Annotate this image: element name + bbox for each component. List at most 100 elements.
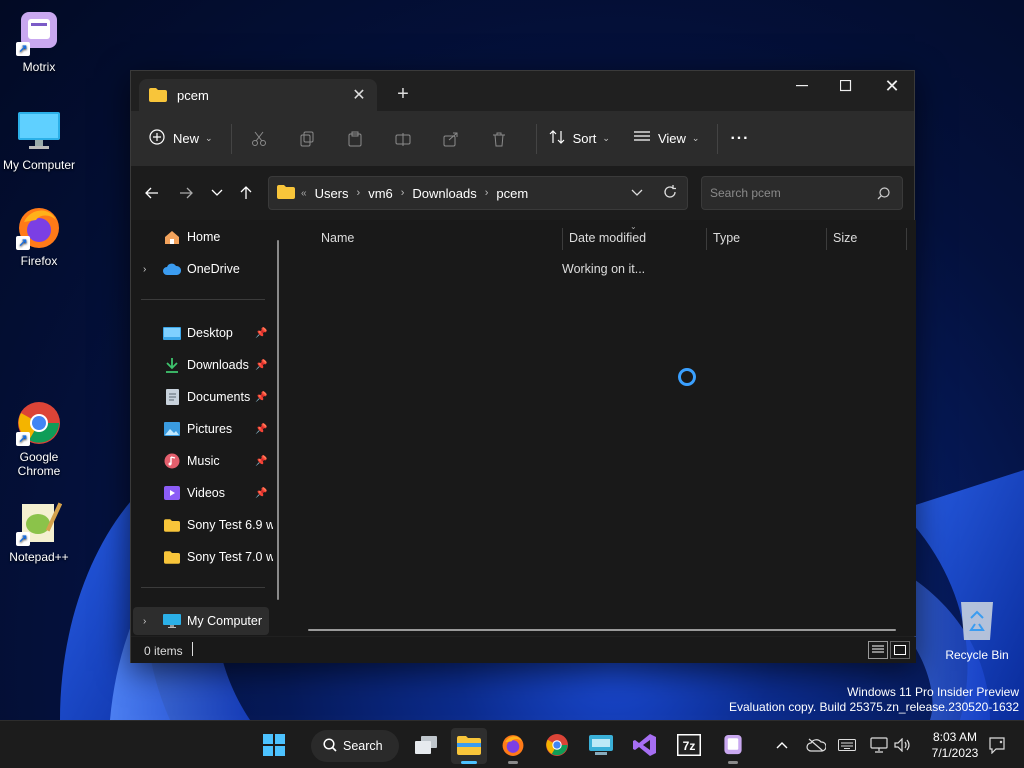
nav-item-my-computer[interactable]: › My Computer bbox=[133, 607, 269, 635]
nav-item-documents[interactable]: Documents 📌 bbox=[131, 383, 279, 411]
document-icon bbox=[163, 389, 181, 405]
desktop-icon-label: Notepad++ bbox=[9, 550, 69, 564]
column-divider[interactable] bbox=[906, 228, 907, 250]
taskbar-file-explorer[interactable] bbox=[451, 728, 487, 764]
search-placeholder: Search pcem bbox=[710, 186, 781, 200]
desktop-icon-firefox[interactable]: ↗ Firefox bbox=[0, 204, 78, 268]
nav-scrollbar[interactable] bbox=[277, 240, 279, 600]
taskbar-clock[interactable]: 8:03 AM 7/1/2023 bbox=[924, 729, 986, 761]
column-divider[interactable] bbox=[826, 228, 827, 250]
desktop-icon-my-computer[interactable]: My Computer bbox=[0, 108, 78, 172]
pin-icon[interactable]: 📌 bbox=[255, 456, 267, 467]
address-bar[interactable]: « Users › vm6 › Downloads › pcem bbox=[268, 176, 688, 210]
taskbar-touch-keyboard-app[interactable] bbox=[583, 728, 619, 764]
forward-arrow-icon[interactable] bbox=[177, 184, 195, 202]
breadcrumb-vm6[interactable]: vm6 bbox=[368, 186, 393, 201]
tiles-view-icon[interactable] bbox=[890, 641, 910, 659]
close-button[interactable]: ✕ bbox=[869, 71, 915, 101]
taskbar-visual-studio[interactable] bbox=[627, 728, 663, 764]
desktop-icon-recycle-bin[interactable]: Recycle Bin bbox=[940, 596, 1014, 662]
desktop-icon bbox=[163, 325, 181, 341]
pin-icon[interactable]: 📌 bbox=[255, 328, 267, 339]
more-options-button[interactable]: ··· bbox=[730, 130, 749, 148]
show-hidden-icons-button[interactable] bbox=[776, 721, 788, 768]
column-header-name[interactable]: Name bbox=[321, 220, 354, 256]
breadcrumb-pcem[interactable]: pcem bbox=[496, 186, 528, 201]
breadcrumb-overflow[interactable]: « bbox=[301, 188, 307, 199]
desktop-icon-motrix[interactable]: ↗ Motrix bbox=[0, 10, 78, 74]
rename-icon[interactable] bbox=[388, 124, 418, 154]
desktop-icon-notepadpp[interactable]: ↗ Notepad++ bbox=[0, 500, 78, 564]
address-dropdown-icon[interactable] bbox=[631, 185, 643, 202]
minimize-button[interactable] bbox=[779, 71, 825, 101]
column-divider[interactable] bbox=[562, 228, 563, 250]
notification-center-icon[interactable] bbox=[988, 721, 1006, 768]
breadcrumb-downloads[interactable]: Downloads bbox=[412, 186, 476, 201]
column-header-type[interactable]: Type bbox=[713, 220, 740, 256]
back-arrow-icon[interactable] bbox=[143, 184, 161, 202]
nav-label: Sony Test 7.0 wit bbox=[187, 550, 273, 564]
nav-item-downloads[interactable]: Downloads 📌 bbox=[131, 351, 279, 379]
nav-item-home[interactable]: Home bbox=[131, 223, 279, 251]
chevron-right-icon[interactable]: › bbox=[143, 264, 146, 275]
clock-date: 7/1/2023 bbox=[931, 746, 979, 760]
horizontal-scrollbar[interactable] bbox=[308, 629, 896, 631]
tab-pcem[interactable]: pcem ✕ bbox=[139, 79, 377, 111]
plus-circle-icon bbox=[149, 129, 165, 148]
up-arrow-icon[interactable] bbox=[237, 184, 255, 202]
nav-item-music[interactable]: Music 📌 bbox=[131, 447, 279, 475]
taskbar-chrome[interactable] bbox=[539, 728, 575, 764]
sort-button[interactable]: Sort ⌄ bbox=[549, 129, 610, 148]
network-icon[interactable] bbox=[870, 721, 888, 768]
chevron-right-icon[interactable]: › bbox=[485, 187, 489, 199]
maximize-button[interactable] bbox=[823, 71, 869, 101]
touch-keyboard-icon[interactable] bbox=[838, 721, 856, 768]
delete-icon[interactable] bbox=[484, 124, 514, 154]
nav-item-videos[interactable]: Videos 📌 bbox=[131, 479, 279, 507]
pin-icon[interactable]: 📌 bbox=[255, 488, 267, 499]
nav-item-sony-test-70[interactable]: Sony Test 7.0 wit bbox=[131, 543, 279, 571]
task-view-button[interactable] bbox=[408, 728, 444, 764]
column-header-size[interactable]: Size bbox=[833, 220, 857, 256]
pin-icon[interactable]: 📌 bbox=[255, 392, 267, 403]
pin-icon[interactable]: 📌 bbox=[255, 424, 267, 435]
taskbar-motrix[interactable] bbox=[715, 728, 751, 764]
nav-item-desktop[interactable]: Desktop 📌 bbox=[131, 319, 279, 347]
volume-icon[interactable] bbox=[894, 721, 912, 768]
chevron-right-icon[interactable]: › bbox=[401, 187, 405, 199]
new-button[interactable]: New ⌄ bbox=[149, 129, 213, 148]
chevron-right-icon[interactable]: › bbox=[143, 616, 146, 627]
file-explorer-icon bbox=[457, 735, 481, 758]
chevron-right-icon[interactable]: › bbox=[357, 187, 361, 199]
search-icon bbox=[323, 737, 337, 755]
onedrive-tray-icon[interactable] bbox=[806, 721, 826, 768]
details-view-icon[interactable] bbox=[868, 641, 888, 659]
pin-icon[interactable]: 📌 bbox=[255, 360, 267, 371]
refresh-icon[interactable] bbox=[663, 185, 677, 202]
task-view-icon bbox=[415, 735, 437, 757]
share-icon[interactable] bbox=[436, 124, 466, 154]
new-tab-icon[interactable]: + bbox=[393, 83, 413, 106]
taskbar-firefox[interactable] bbox=[495, 728, 531, 764]
new-label: New bbox=[173, 131, 200, 146]
paste-icon[interactable] bbox=[340, 124, 370, 154]
watermark-line-2: Evaluation copy. Build 25375.zn_release.… bbox=[729, 700, 1019, 714]
start-button[interactable] bbox=[256, 728, 292, 764]
recent-locations-icon[interactable] bbox=[208, 184, 226, 202]
desktop-icon-chrome[interactable]: ↗ Google Chrome bbox=[0, 400, 78, 478]
tab-close-icon[interactable]: ✕ bbox=[351, 85, 367, 105]
column-divider[interactable] bbox=[706, 228, 707, 250]
taskbar-7zip[interactable]: 7z bbox=[671, 728, 707, 764]
view-button[interactable]: View ⌄ bbox=[633, 130, 700, 147]
nav-label: My Computer bbox=[187, 614, 263, 628]
search-input[interactable]: Search pcem bbox=[701, 176, 903, 210]
nav-item-sony-test-69[interactable]: Sony Test 6.9 wit bbox=[131, 511, 279, 539]
breadcrumb-users[interactable]: Users bbox=[315, 186, 349, 201]
nav-item-onedrive[interactable]: › OneDrive bbox=[131, 255, 279, 283]
taskbar-search-button[interactable]: Search bbox=[311, 730, 399, 762]
nav-divider bbox=[141, 587, 265, 588]
copy-icon[interactable] bbox=[292, 124, 322, 154]
nav-item-pictures[interactable]: Pictures 📌 bbox=[131, 415, 279, 443]
cut-icon[interactable] bbox=[244, 124, 274, 154]
chevron-down-icon: ⌄ bbox=[691, 133, 700, 143]
